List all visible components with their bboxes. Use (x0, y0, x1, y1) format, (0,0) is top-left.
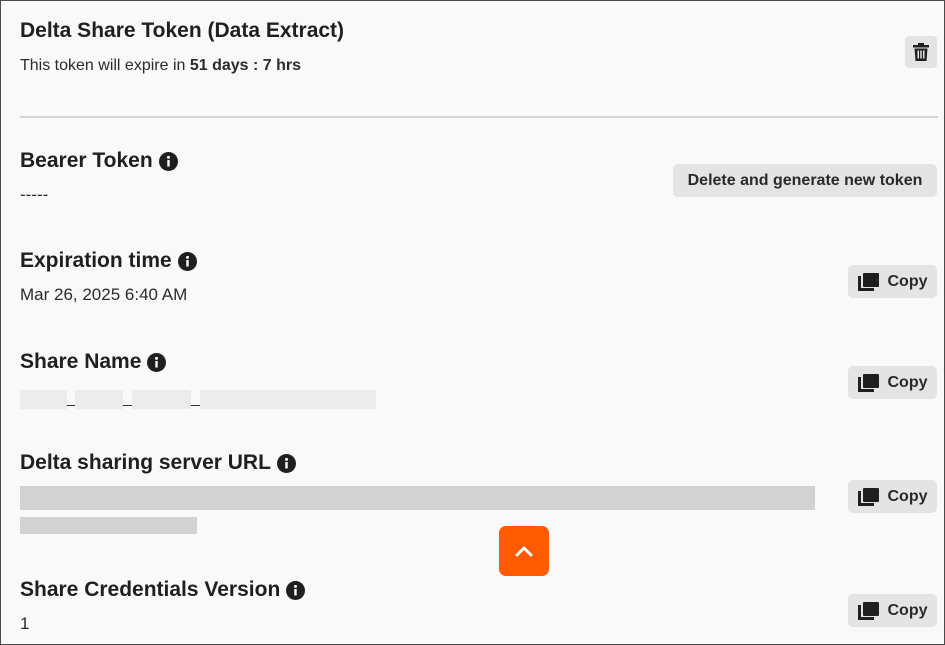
copy-label: Copy (887, 272, 928, 290)
regenerate-token-button[interactable]: Delete and generate new token (673, 164, 937, 197)
bearer-token-label-row: Bearer Token (20, 149, 178, 173)
redacted-share-name-part (132, 390, 191, 409)
copy-icon (857, 373, 880, 392)
expiry-notice: This token will expire in 51 days : 7 hr… (20, 57, 934, 75)
copy-credentials-version-button[interactable]: Copy (848, 594, 937, 627)
bearer-token-section: Bearer Token ----- (20, 149, 178, 205)
copy-label: Copy (887, 373, 928, 391)
token-header: Delta Share Token (Data Extract) This to… (20, 19, 934, 75)
expiry-remaining: 51 days : 7 hrs (189, 57, 302, 74)
copy-expiration-button[interactable]: Copy (848, 265, 937, 298)
copy-server-url-button[interactable]: Copy (848, 480, 937, 513)
info-icon[interactable] (177, 251, 197, 271)
credentials-version-section: Share Credentials Version 1 (20, 578, 306, 634)
delete-token-button[interactable] (905, 36, 937, 68)
copy-icon (857, 272, 880, 291)
page-title: Delta Share Token (Data Extract) (20, 19, 345, 42)
expiry-prefix: This token will expire in (20, 57, 190, 74)
redacted-server-url (20, 486, 815, 510)
credentials-version-value: 1 (20, 614, 30, 633)
server-url-label-row: Delta sharing server URL (20, 451, 296, 475)
chevron-up-icon (515, 546, 533, 557)
info-icon[interactable] (276, 453, 296, 473)
redacted-share-name-part (75, 390, 123, 409)
credentials-version-label-row: Share Credentials Version (20, 578, 306, 602)
share-name-label: Share Name (20, 350, 142, 373)
copy-icon (857, 487, 880, 506)
token-panel: Delta Share Token (Data Extract) This to… (0, 0, 945, 645)
redacted-share-name-part (200, 390, 376, 409)
copy-icon (857, 601, 880, 620)
server-url-section: Delta sharing server URL (20, 451, 296, 475)
redacted-server-url (20, 517, 197, 534)
bearer-token-value: ----- (20, 185, 49, 204)
info-icon[interactable] (286, 580, 306, 600)
copy-label: Copy (887, 601, 928, 619)
info-icon[interactable] (158, 151, 178, 171)
share-name-label-row: Share Name (20, 350, 167, 374)
expiration-label: Expiration time (20, 249, 172, 272)
bearer-token-label: Bearer Token (20, 149, 153, 172)
copy-share-name-button[interactable]: Copy (848, 366, 937, 399)
expiration-section: Expiration time Mar 26, 2025 6:40 AM (20, 249, 197, 305)
expiration-label-row: Expiration time (20, 249, 197, 273)
share-name-section: Share Name (20, 350, 167, 374)
trash-icon (913, 43, 929, 61)
share-name-separator: _ (191, 390, 200, 407)
redacted-share-name-part (20, 390, 67, 409)
share-name-separator: _ (123, 390, 132, 407)
server-url-label: Delta sharing server URL (20, 451, 271, 474)
scroll-to-top-button[interactable] (499, 526, 549, 576)
copy-label: Copy (887, 487, 928, 505)
credentials-version-label: Share Credentials Version (20, 578, 281, 601)
divider (20, 116, 938, 118)
info-icon[interactable] (147, 352, 167, 372)
expiration-value: Mar 26, 2025 6:40 AM (20, 285, 188, 304)
